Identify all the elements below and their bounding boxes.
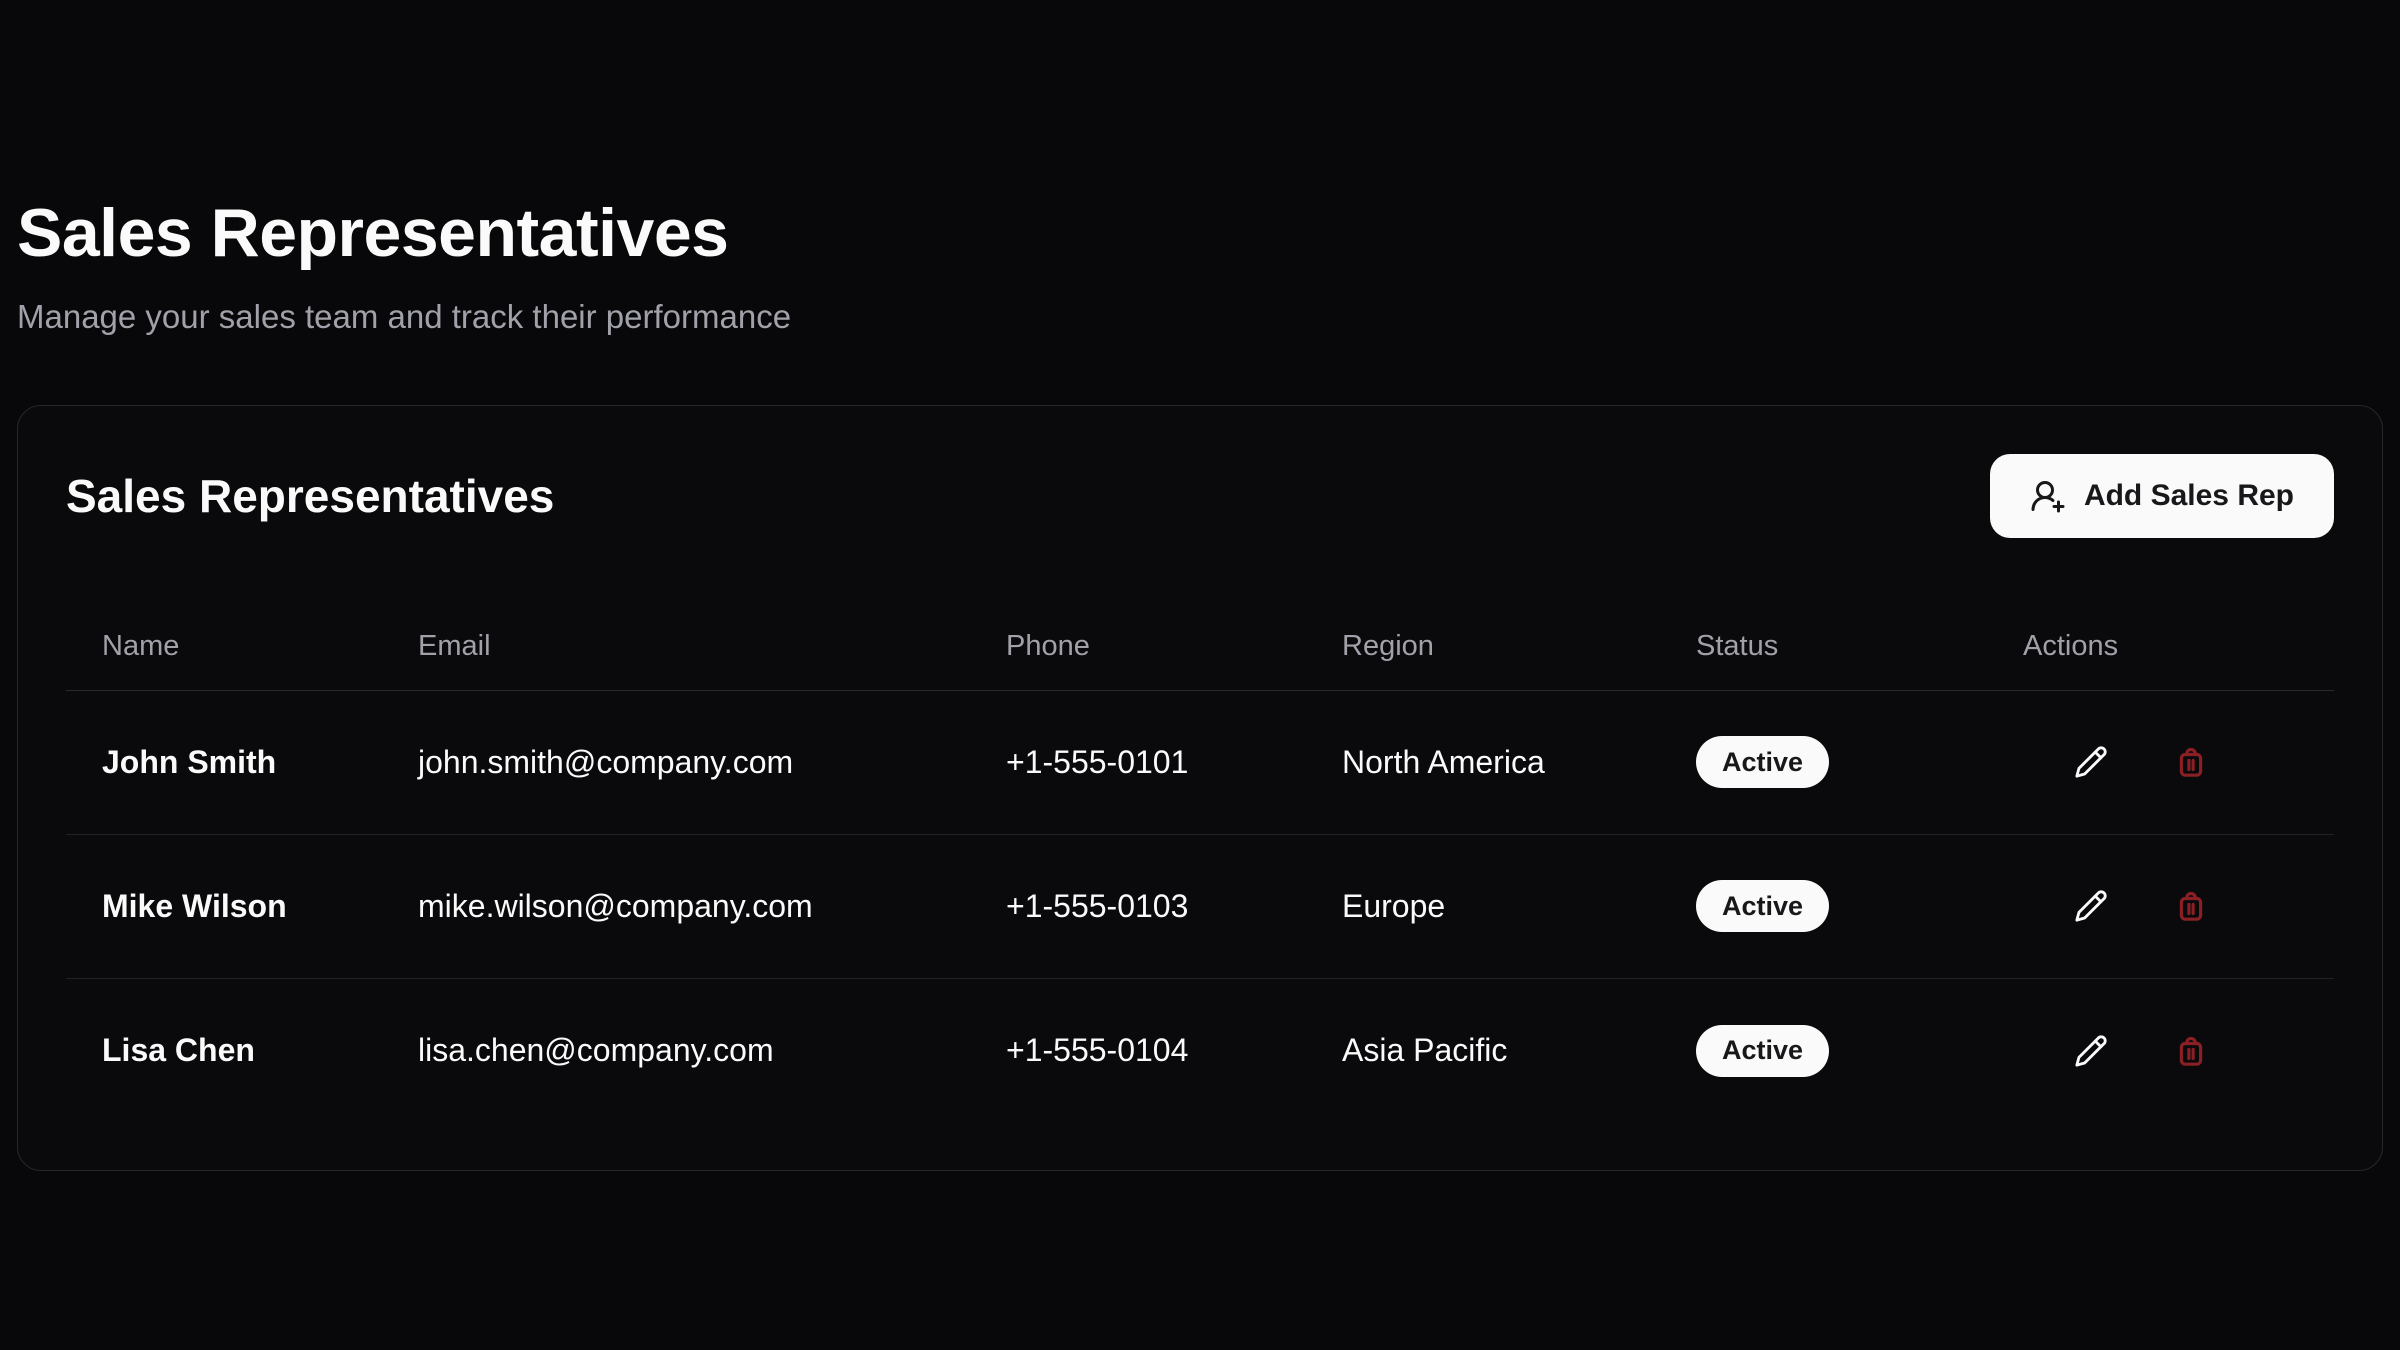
table-row: Lisa Chen lisa.chen@company.com +1-555-0… xyxy=(66,978,2334,1122)
edit-button[interactable] xyxy=(2063,878,2119,934)
add-sales-rep-button[interactable]: Add Sales Rep xyxy=(1990,454,2334,538)
cell-region: North America xyxy=(1306,690,1660,834)
cell-status: Active xyxy=(1660,834,1987,978)
cell-email: mike.wilson@company.com xyxy=(382,834,970,978)
main-content: Sales Representatives Manage your sales … xyxy=(0,0,2400,1171)
cell-name: Mike Wilson xyxy=(66,834,382,978)
column-header-status: Status xyxy=(1660,602,1987,690)
card-header: Sales Representatives Add Sales Rep xyxy=(66,454,2334,538)
user-plus-icon xyxy=(2030,478,2066,514)
sales-reps-card: Sales Representatives Add Sales Rep xyxy=(17,405,2383,1171)
delete-button[interactable] xyxy=(2163,878,2219,934)
cell-actions xyxy=(1987,978,2334,1122)
cell-actions xyxy=(1987,690,2334,834)
trash-icon xyxy=(2173,888,2209,924)
cell-phone: +1-555-0104 xyxy=(970,978,1306,1122)
trash-icon xyxy=(2173,1033,2209,1069)
cell-email: lisa.chen@company.com xyxy=(382,978,970,1122)
column-header-name: Name xyxy=(66,602,382,690)
column-header-region: Region xyxy=(1306,602,1660,690)
page-title: Sales Representatives xyxy=(17,198,2383,269)
add-sales-rep-label: Add Sales Rep xyxy=(2084,479,2294,513)
cell-phone: +1-555-0101 xyxy=(970,690,1306,834)
table-row: Mike Wilson mike.wilson@company.com +1-5… xyxy=(66,834,2334,978)
edit-button[interactable] xyxy=(2063,1023,2119,1079)
card-title: Sales Representatives xyxy=(66,469,554,523)
pencil-icon xyxy=(2074,889,2108,923)
cell-status: Active xyxy=(1660,690,1987,834)
row-actions xyxy=(2063,1023,2298,1079)
sales-reps-table: Name Email Phone Region Status Actions J… xyxy=(66,602,2334,1122)
row-actions xyxy=(2063,734,2298,790)
delete-button[interactable] xyxy=(2163,1023,2219,1079)
cell-region: Europe xyxy=(1306,834,1660,978)
column-header-email: Email xyxy=(382,602,970,690)
table-row: John Smith john.smith@company.com +1-555… xyxy=(66,690,2334,834)
page-subtitle: Manage your sales team and track their p… xyxy=(17,297,2383,337)
status-badge: Active xyxy=(1696,736,1829,788)
edit-button[interactable] xyxy=(2063,734,2119,790)
status-badge: Active xyxy=(1696,880,1829,932)
column-header-phone: Phone xyxy=(970,602,1306,690)
row-actions xyxy=(2063,878,2298,934)
pencil-icon xyxy=(2074,1034,2108,1068)
pencil-icon xyxy=(2074,745,2108,779)
cell-region: Asia Pacific xyxy=(1306,978,1660,1122)
cell-name: Lisa Chen xyxy=(66,978,382,1122)
cell-status: Active xyxy=(1660,978,1987,1122)
table-header: Name Email Phone Region Status Actions xyxy=(66,602,2334,690)
table-body: John Smith john.smith@company.com +1-555… xyxy=(66,690,2334,1122)
column-header-actions: Actions xyxy=(1987,602,2334,690)
delete-button[interactable] xyxy=(2163,734,2219,790)
cell-email: john.smith@company.com xyxy=(382,690,970,834)
cell-phone: +1-555-0103 xyxy=(970,834,1306,978)
status-badge: Active xyxy=(1696,1025,1829,1077)
cell-actions xyxy=(1987,834,2334,978)
trash-icon xyxy=(2173,744,2209,780)
cell-name: John Smith xyxy=(66,690,382,834)
